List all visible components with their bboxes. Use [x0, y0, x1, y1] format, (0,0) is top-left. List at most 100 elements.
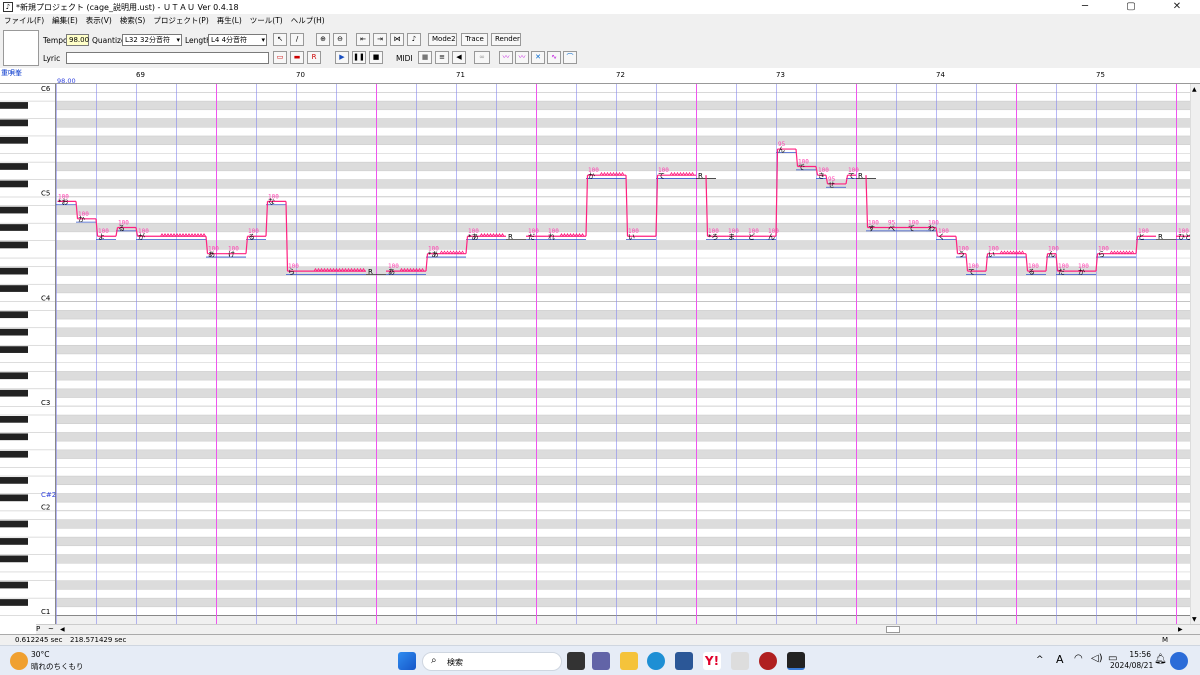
weather-icon[interactable] [10, 652, 28, 670]
piano-key-black[interactable] [0, 328, 28, 336]
windows-start-icon[interactable] [398, 652, 416, 670]
piano-key-black[interactable] [0, 241, 28, 249]
pencil-tool-button[interactable]: / [290, 33, 304, 46]
pause-button[interactable]: ❚❚ [352, 51, 366, 64]
pitch-mode2-button[interactable]: 〰 [515, 51, 529, 64]
midi-settings-button[interactable]: ≡ [435, 51, 449, 64]
close-button[interactable]: ✕ [1154, 0, 1200, 14]
rest-tool-button[interactable]: ▬ [290, 51, 304, 64]
piano-key-black[interactable] [0, 163, 28, 170]
piano-key-black[interactable] [0, 494, 28, 502]
length-select[interactable]: L4 4分音符 ▾ [208, 34, 267, 46]
split-button[interactable]: ⋈ [390, 33, 404, 46]
trace-button[interactable]: Trace [461, 33, 488, 46]
maximize-button[interactable]: ▢ [1108, 0, 1154, 14]
menu-project[interactable]: プロジェクト(P) [153, 14, 208, 27]
piano-key-black[interactable] [0, 433, 28, 441]
edge-icon[interactable] [647, 652, 665, 670]
pitch-mode1-button[interactable]: 〰 [499, 51, 513, 64]
speaker-button[interactable]: ◀ [452, 51, 466, 64]
quantize-select[interactable]: L32 32分音符 ▾ [122, 34, 182, 46]
piano-key-black[interactable] [0, 477, 28, 484]
yahoo-icon[interactable]: Y! [703, 652, 721, 670]
piano-key-black[interactable] [0, 136, 28, 144]
piano-key-black[interactable] [0, 180, 28, 188]
piano-key-black[interactable] [0, 372, 28, 380]
scroll-right-icon[interactable]: ▶ [1178, 626, 1183, 633]
volume-icon[interactable]: ◁) [1091, 653, 1103, 664]
menu-file[interactable]: ファイル(F) [4, 14, 44, 27]
arrow-tool-button[interactable]: ↖ [273, 33, 287, 46]
envelope-button[interactable]: ✕ [531, 51, 545, 64]
vertical-scrollbar[interactable]: ▲ ▼ [1190, 84, 1200, 634]
piano-key-black[interactable] [0, 346, 28, 353]
piano-key-black[interactable] [0, 555, 28, 563]
modulation-button[interactable]: ⌒ [563, 51, 577, 64]
rest-icon: ▬ [293, 53, 301, 61]
chat-icon[interactable] [592, 652, 610, 670]
piano-key-black[interactable] [0, 206, 28, 214]
scroll-left-icon[interactable]: ◀ [60, 626, 65, 633]
vibrato-icon: ∿ [551, 53, 557, 61]
utau-taskbar-icon[interactable] [787, 652, 805, 670]
menu-tools[interactable]: ツール(T) [250, 14, 283, 27]
menu-view[interactable]: 表示(V) [86, 14, 112, 27]
m-tab[interactable]: M [1162, 635, 1168, 645]
zoom-in-button[interactable]: ⊕ [316, 33, 330, 46]
ime-indicator[interactable]: A [1056, 653, 1064, 666]
menu-edit[interactable]: 編集(E) [52, 14, 78, 27]
scroll-down-icon[interactable]: ▼ [1192, 616, 1197, 623]
piano-key-black[interactable] [0, 538, 28, 545]
vibrato-button[interactable]: ∿ [547, 51, 561, 64]
record-app-icon[interactable] [759, 652, 777, 670]
mode2-button[interactable]: Mode2 [428, 33, 457, 46]
store-icon[interactable] [675, 652, 693, 670]
scroll-thumb[interactable] [886, 626, 900, 633]
piano-key-black[interactable] [0, 224, 28, 231]
piano-key-black[interactable] [0, 311, 28, 319]
note[interactable]: 100ひと [1176, 228, 1190, 241]
piano-key-black[interactable] [0, 416, 28, 423]
eraser-button[interactable]: ▭ [273, 51, 287, 64]
p-tab[interactable]: P [36, 625, 46, 634]
minimize-button[interactable]: ─ [1062, 0, 1108, 14]
zoom-out-button[interactable]: ⊖ [333, 33, 347, 46]
piano-key-black[interactable] [0, 520, 28, 528]
piano-keyboard[interactable]: C6 C5 C4 C3 C#2 C2 C1 [0, 84, 56, 634]
menu-help[interactable]: ヘルプ(H) [291, 14, 325, 27]
piano-key-black[interactable] [0, 102, 28, 109]
task-view-icon[interactable] [567, 652, 585, 670]
midi-stop-button[interactable]: ■ [418, 51, 432, 64]
file-explorer-icon[interactable] [620, 652, 638, 670]
scroll-up-icon[interactable]: ▲ [1192, 86, 1197, 93]
stop-button[interactable]: ■ [369, 51, 383, 64]
bell-icon[interactable]: 🔔︎ [1154, 654, 1167, 665]
lyric-input[interactable] [66, 52, 269, 64]
note-grid[interactable]: 100*お100か100よ100る 100が100あ100け100る100な100… [56, 84, 1190, 634]
menu-search[interactable]: 検索(S) [120, 14, 146, 27]
piano-key-black[interactable] [0, 267, 28, 275]
menu-playback[interactable]: 再生(L) [217, 14, 242, 27]
piano-key-black[interactable] [0, 581, 28, 589]
play-button[interactable]: ▶ [335, 51, 349, 64]
piano-key-black[interactable] [0, 285, 28, 292]
chevron-up-icon[interactable]: ^ [1036, 655, 1044, 665]
piano-key-black[interactable] [0, 450, 28, 458]
measure-ruler[interactable]: 69 70 71 72 73 74 75 [0, 68, 1200, 84]
rest-insert-button[interactable]: R [307, 51, 321, 64]
copilot-icon[interactable] [1170, 652, 1188, 670]
tempo-input[interactable]: 98.00 [66, 34, 89, 46]
piano-key-black[interactable] [0, 599, 28, 606]
render-button[interactable]: Render [491, 33, 521, 46]
horizontal-scrollbar[interactable]: P ~ ◀ ▶ [36, 624, 1200, 634]
piano-key-black[interactable] [0, 119, 28, 127]
tilde-icon[interactable]: ~ [48, 625, 58, 634]
note-button[interactable]: ♪ [407, 33, 421, 46]
app-icon-generic[interactable] [731, 652, 749, 670]
wifi-icon[interactable]: ◠ [1074, 653, 1083, 664]
loop-button[interactable]: ∞ [474, 51, 490, 64]
taskbar-search[interactable]: ⌕ 検索 [422, 652, 562, 671]
piano-key-black[interactable] [0, 389, 28, 397]
goto-end-button[interactable]: ⇥ [373, 33, 387, 46]
goto-start-button[interactable]: ⇤ [356, 33, 370, 46]
